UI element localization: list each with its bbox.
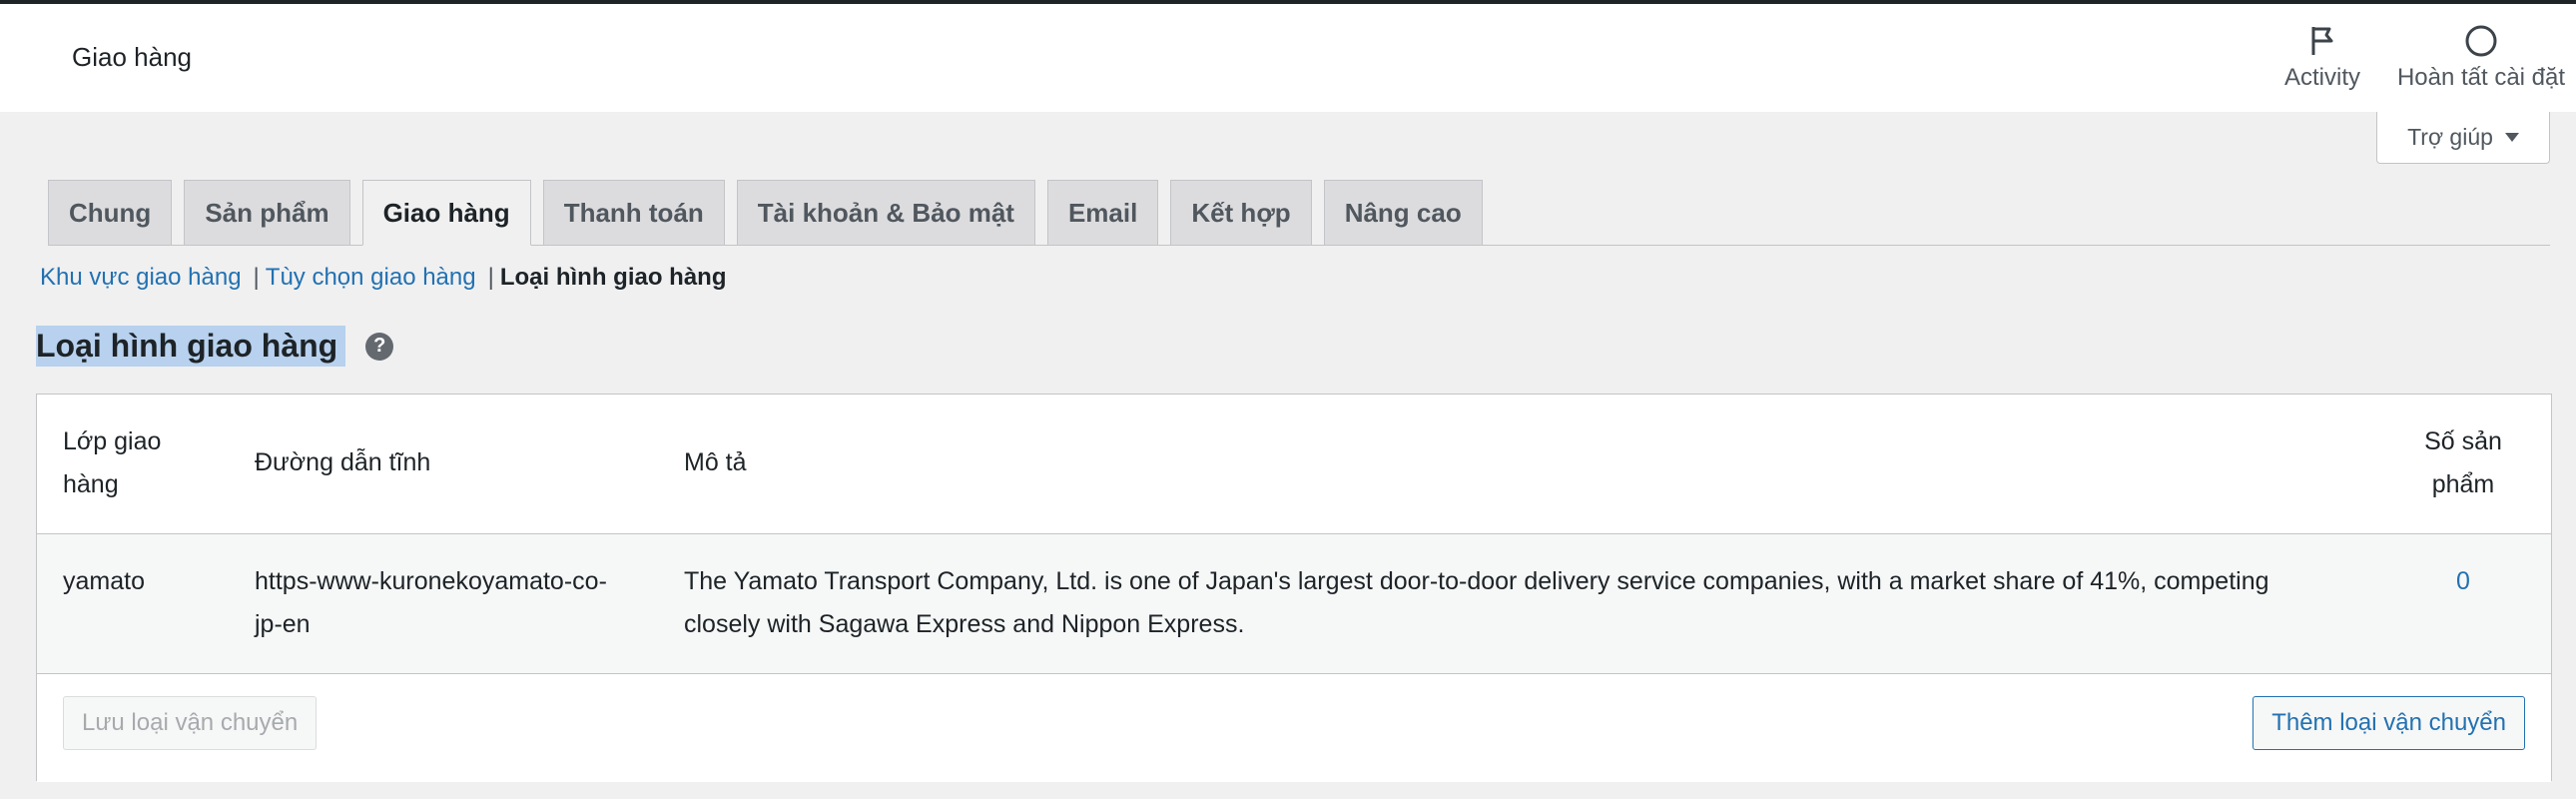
tab-advanced[interactable]: Nâng cao [1323,180,1483,246]
page-title: Giao hàng [72,42,192,72]
finish-setup-button[interactable]: Hoàn tất cài đặt [2386,24,2576,92]
caret-down-icon [2504,133,2519,142]
help-button[interactable]: Trợ giúp [2376,112,2550,164]
section-title: Loại hình giao hàng [36,326,346,367]
settings-tabs: Chung Sản phẩm Giao hàng Thanh toán Tài … [48,180,1483,246]
flag-icon [2311,27,2333,55]
column-header-description: Mô tả [684,448,747,476]
row-description: The Yamato Transport Company, Ltd. is on… [684,567,2269,638]
activity-label: Activity [2283,64,2360,91]
tab-products[interactable]: Sản phẩm [184,180,350,246]
tab-integration[interactable]: Kết hợp [1170,180,1312,246]
tab-emails[interactable]: Email [1046,180,1159,246]
save-shipping-classes-button[interactable]: Lưu loại vận chuyển [63,696,318,750]
tab-shipping[interactable]: Giao hàng [361,180,531,246]
shipping-classes-table: Lớp giao hàng Đường dẫn tĩnh Mô tả Số sả… [36,394,2552,782]
tab-accounts-privacy[interactable]: Tài khoản & Bảo mật [736,180,1035,246]
row-product-count-link[interactable]: 0 [2403,560,2523,603]
activity-button[interactable]: Activity [2258,24,2386,92]
table-header: Lớp giao hàng Đường dẫn tĩnh Mô tả Số sả… [37,395,2551,534]
row-slug: https-www-kuronekoyamato-co-jp-en [255,567,607,638]
add-shipping-class-button[interactable]: Thêm loại vận chuyển [2253,696,2525,750]
subnav-shipping-zones-link[interactable]: Khu vực giao hàng [40,264,242,292]
finish-setup-label: Hoàn tất cài đặt [2396,64,2566,91]
subnav-shipping-classes-current: Loại hình giao hàng [499,264,727,291]
header-bar: Giao hàng Activity Hoàn tất cài đặt [0,4,2576,112]
shipping-subnav: Khu vực giao hàng | Tùy chọn giao hàng |… [40,264,727,292]
progress-circle-icon [2465,25,2497,57]
column-header-class: Lớp giao hàng [63,427,162,498]
help-label: Trợ giúp [2407,124,2493,150]
tab-general[interactable]: Chung [48,180,173,246]
table-row[interactable]: yamato https-www-kuronekoyamato-co-jp-en… [37,534,2551,674]
column-header-slug: Đường dẫn tĩnh [255,448,431,476]
row-class-name: yamato [63,567,145,595]
section-heading: Loại hình giao hàng ? [36,326,394,367]
subnav-shipping-options-link[interactable]: Tùy chọn giao hàng [266,264,476,292]
table-footer: Lưu loại vận chuyển Thêm loại vận chuyển [37,674,2551,782]
tab-payments[interactable]: Thanh toán [542,180,725,246]
subnav-separator: | [253,264,260,291]
column-header-count: Số sản phẩm [2424,427,2502,498]
help-tip-icon[interactable]: ? [365,332,394,361]
subnav-separator: | [487,264,494,291]
